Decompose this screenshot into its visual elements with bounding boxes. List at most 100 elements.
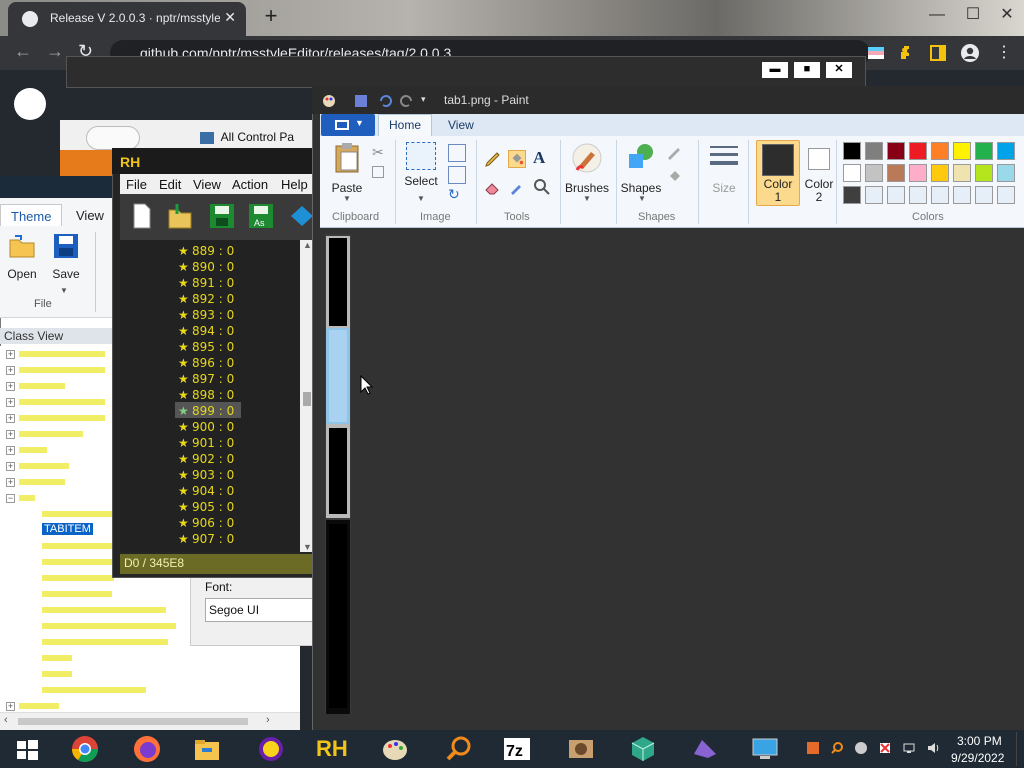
control-panel-breadcrumb[interactable]: All Control Pa — [221, 130, 294, 144]
cube-tool-icon[interactable] — [628, 734, 658, 764]
save-icon[interactable] — [207, 200, 237, 232]
tree-node[interactable]: + — [6, 412, 105, 428]
select-dropdown-icon[interactable]: ▼ — [417, 194, 425, 203]
tray-no-network-icon[interactable] — [878, 741, 892, 755]
browser-menu-icon[interactable]: ⋮ — [996, 42, 1012, 62]
tab-theme[interactable]: Theme — [0, 204, 63, 226]
undo-icon[interactable] — [378, 94, 392, 108]
palette-swatch[interactable] — [843, 142, 861, 160]
resource-list-item[interactable]: ★ 904 : 0 — [178, 484, 234, 500]
quick-save-icon[interactable] — [354, 94, 368, 108]
resource-list-item[interactable]: ★ 890 : 0 — [178, 260, 234, 276]
palette-swatch[interactable] — [887, 164, 905, 182]
palette-swatch[interactable] — [865, 142, 883, 160]
back-arrow-icon[interactable]: ← — [14, 41, 32, 62]
expand-icon[interactable]: + — [6, 477, 15, 487]
save-as-icon[interactable]: As — [246, 200, 276, 232]
clock-time[interactable]: 3:00 PM — [957, 734, 1002, 748]
tree-node[interactable] — [42, 540, 112, 556]
crop-icon[interactable] — [448, 144, 466, 162]
tree-node[interactable] — [42, 636, 168, 652]
resource-list-item[interactable]: ★ 902 : 0 — [178, 452, 234, 468]
yahoo-messenger-icon[interactable] — [256, 734, 286, 764]
expand-icon[interactable]: + — [6, 461, 15, 471]
paste-button[interactable]: Paste — [330, 142, 364, 195]
tree-node[interactable]: + — [6, 396, 105, 412]
customize-toolbar-icon[interactable]: ▾ — [421, 94, 426, 105]
7zip-icon[interactable]: 7z — [502, 734, 532, 764]
tray-network-icon[interactable] — [902, 741, 916, 755]
outline-icon[interactable] — [666, 144, 684, 162]
resource-list-item[interactable]: ★ 891 : 0 — [178, 276, 234, 292]
resource-list-item[interactable]: ★ 894 : 0 — [178, 324, 234, 340]
expand-icon[interactable]: + — [6, 701, 15, 711]
copy-icon[interactable] — [372, 166, 384, 178]
menu-edit[interactable]: Edit — [159, 177, 181, 192]
browser-tab[interactable]: Release V 2.0.0.3 · nptr/msstyleEditor ✕ — [8, 2, 246, 36]
show-desktop-button[interactable] — [1016, 732, 1022, 766]
bg-close-button[interactable]: ✕ — [826, 62, 852, 78]
palette-swatch[interactable] — [909, 186, 927, 204]
menu-action[interactable]: Action — [232, 177, 268, 192]
color-picker-icon[interactable] — [508, 178, 526, 196]
canvas-image[interactable] — [325, 234, 351, 714]
expand-icon[interactable]: + — [6, 365, 15, 375]
save-button[interactable]: Save — [44, 232, 88, 281]
side-panel-icon[interactable] — [928, 43, 948, 63]
resource-list-item[interactable]: ★ 892 : 0 — [178, 292, 234, 308]
palette-swatch[interactable] — [975, 142, 993, 160]
palette-swatch[interactable] — [843, 186, 861, 204]
tree-horizontal-scrollbar[interactable]: ‹ › — [0, 712, 300, 730]
tree-node[interactable]: + — [6, 460, 69, 476]
font-field[interactable]: Segoe UI — [205, 598, 315, 622]
resource-list-item[interactable]: ★ 895 : 0 — [178, 340, 234, 356]
chrome-icon[interactable] — [70, 734, 100, 764]
search-tool-icon[interactable] — [444, 734, 474, 764]
palette-swatch[interactable] — [931, 164, 949, 182]
firefox-icon[interactable] — [132, 734, 162, 764]
tray-volume-icon[interactable] — [926, 741, 940, 755]
file-explorer-icon[interactable] — [192, 734, 222, 764]
control-panel-nav-buttons[interactable] — [86, 126, 140, 150]
palette-swatch[interactable] — [953, 186, 971, 204]
scrollbar-thumb[interactable] — [303, 392, 311, 406]
fill-icon[interactable] — [666, 166, 684, 184]
resource-list-item[interactable]: ★ 893 : 0 — [178, 308, 234, 324]
collapse-icon[interactable]: − — [6, 493, 15, 503]
new-file-icon[interactable] — [127, 200, 157, 232]
palette-swatch[interactable] — [931, 186, 949, 204]
tray-app-icon[interactable] — [806, 741, 820, 755]
bg-minimize-button[interactable]: ▬ — [762, 62, 788, 78]
menu-view[interactable]: View — [193, 177, 221, 192]
tab-view[interactable]: View — [66, 204, 114, 226]
tree-node[interactable] — [42, 556, 118, 572]
gimp-icon[interactable] — [566, 734, 596, 764]
expand-icon[interactable]: + — [6, 413, 15, 423]
tree-node[interactable]: + — [6, 380, 65, 396]
expand-icon[interactable]: + — [6, 445, 15, 455]
tree-node-selected[interactable]: TABITEM — [42, 523, 93, 539]
expand-icon[interactable]: + — [6, 381, 15, 391]
tree-node[interactable]: + — [6, 476, 65, 492]
palette-swatch[interactable] — [953, 164, 971, 182]
pencil-icon[interactable] — [484, 150, 502, 168]
scroll-down-icon[interactable]: ▼ — [303, 542, 312, 552]
tree-node[interactable] — [42, 604, 166, 620]
palette-swatch[interactable] — [887, 142, 905, 160]
scrollbar-thumb[interactable] — [18, 718, 248, 725]
close-tab-icon[interactable]: ✕ — [224, 9, 236, 26]
clock-date[interactable]: 9/29/2022 — [951, 751, 1004, 765]
brushes-dropdown-icon[interactable]: ▼ — [583, 194, 591, 203]
open-button[interactable]: Open — [0, 232, 44, 281]
start-windows-icon[interactable] — [12, 734, 42, 764]
resource-list-item[interactable]: ★ 889 : 0 — [178, 244, 234, 260]
shapes-button[interactable]: Shapes — [620, 142, 662, 195]
scroll-up-icon[interactable]: ▲ — [303, 240, 312, 250]
tree-node[interactable] — [42, 572, 114, 588]
tree-node[interactable]: + — [6, 444, 47, 460]
account-icon[interactable] — [960, 43, 980, 63]
tree-node[interactable]: − — [6, 492, 35, 508]
menu-file[interactable]: File — [126, 177, 147, 192]
palette-swatch[interactable] — [975, 164, 993, 182]
resource-list-item[interactable]: ★ 903 : 0 — [178, 468, 234, 484]
